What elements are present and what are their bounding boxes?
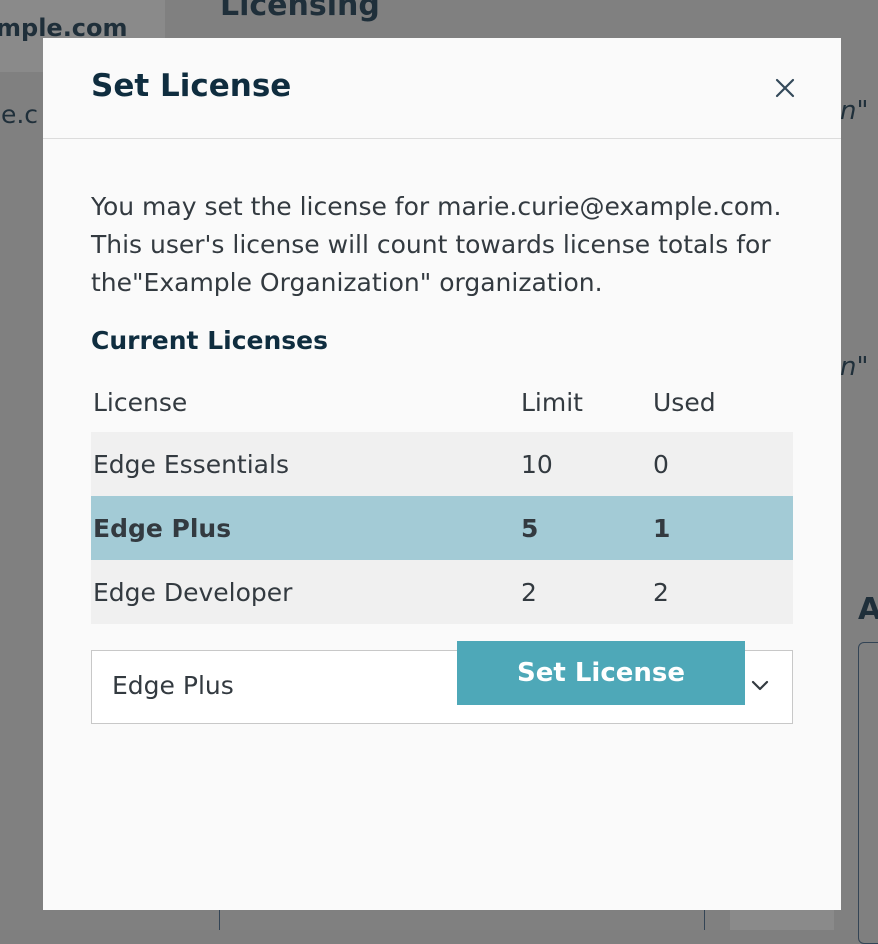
dialog-header: Set License (43, 38, 841, 139)
background-heading: A (858, 592, 878, 627)
background-heading: Licensing (220, 0, 380, 23)
license-used-cell: 0 (653, 449, 669, 479)
background-text-fragment: n" c (840, 96, 878, 126)
license-select-value: Edge Plus (112, 671, 234, 700)
set-license-dialog: Set License You may set the license for … (43, 38, 841, 910)
license-name-cell: Edge Plus (93, 513, 232, 543)
licenses-table: License Limit Used Edge Essentials 10 0 … (91, 374, 793, 624)
close-button[interactable] (771, 74, 799, 102)
background-email-fragment: ie.c (0, 100, 39, 129)
close-icon (775, 78, 795, 98)
license-limit-cell: 10 (521, 449, 553, 479)
current-licenses-heading: Current Licenses (91, 326, 328, 355)
table-header-row: License Limit Used (91, 374, 793, 432)
dialog-title: Set License (91, 68, 292, 104)
table-row-selected: Edge Plus 5 1 (91, 496, 793, 560)
column-header-license: License (93, 388, 188, 417)
license-limit-cell: 2 (521, 577, 537, 607)
license-limit-cell: 5 (521, 513, 539, 543)
column-header-used: Used (653, 388, 716, 417)
column-header-limit: Limit (521, 388, 583, 417)
license-name-cell: Edge Essentials (93, 449, 289, 479)
license-used-cell: 2 (653, 577, 669, 607)
background-panel (858, 642, 878, 944)
table-row: Edge Essentials 10 0 (91, 432, 793, 496)
license-name-cell: Edge Developer (93, 577, 293, 607)
license-used-cell: 1 (653, 513, 671, 543)
table-row: Edge Developer 2 2 (91, 560, 793, 624)
intro-text: You may set the license for marie.curie@… (91, 192, 782, 297)
set-license-button[interactable]: Set License (457, 641, 745, 705)
chevron-down-icon (751, 680, 769, 691)
background-text-fragment: n" c (840, 352, 878, 382)
